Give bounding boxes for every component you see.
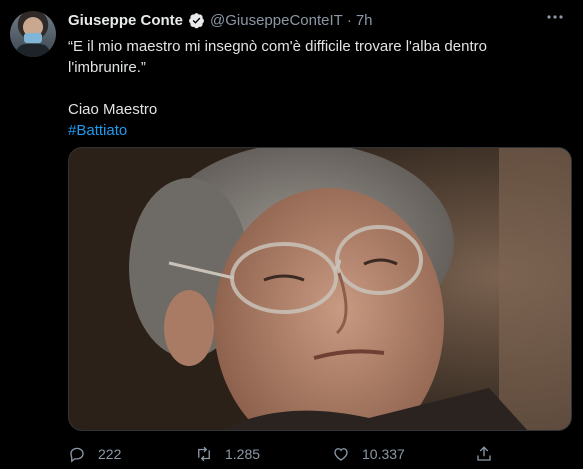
reply-button[interactable]: 222 bbox=[68, 441, 121, 467]
tweet-header: Giuseppe Conte @GiuseppeConteIT · 7h bbox=[68, 9, 373, 31]
tweet-line: Ciao Maestro bbox=[68, 101, 158, 118]
tweet-actions: 222 1.285 10.337 bbox=[68, 441, 548, 467]
retweet-count: 1.285 bbox=[225, 446, 261, 462]
avatar[interactable] bbox=[10, 11, 56, 57]
photo-illustration bbox=[69, 148, 571, 430]
like-button[interactable]: 10.337 bbox=[332, 441, 405, 467]
more-icon[interactable] bbox=[545, 8, 565, 26]
retweet-icon bbox=[198, 446, 210, 462]
like-icon bbox=[334, 448, 348, 461]
timestamp[interactable]: 7h bbox=[356, 12, 373, 29]
tweet-photo[interactable] bbox=[68, 147, 572, 431]
separator-dot: · bbox=[346, 11, 352, 29]
avatar-suit bbox=[16, 44, 50, 57]
share-icon bbox=[477, 446, 491, 461]
reply-count: 222 bbox=[98, 446, 122, 462]
verified-icon bbox=[189, 12, 204, 28]
reply-icon bbox=[70, 447, 84, 463]
like-count: 10.337 bbox=[362, 446, 405, 462]
retweet-button[interactable]: 1.285 bbox=[195, 441, 260, 467]
avatar-mask bbox=[24, 33, 42, 43]
share-button[interactable] bbox=[475, 441, 505, 467]
hashtag-link[interactable]: #Battiato bbox=[68, 122, 127, 139]
author-handle[interactable]: @GiuseppeConteIT bbox=[210, 12, 343, 29]
author-name[interactable]: Giuseppe Conte bbox=[68, 12, 183, 29]
tweet-text: “E il mio maestro mi insegnò com'è diffi… bbox=[68, 36, 538, 141]
tweet-quote: “E il mio maestro mi insegnò com'è diffi… bbox=[68, 38, 487, 76]
